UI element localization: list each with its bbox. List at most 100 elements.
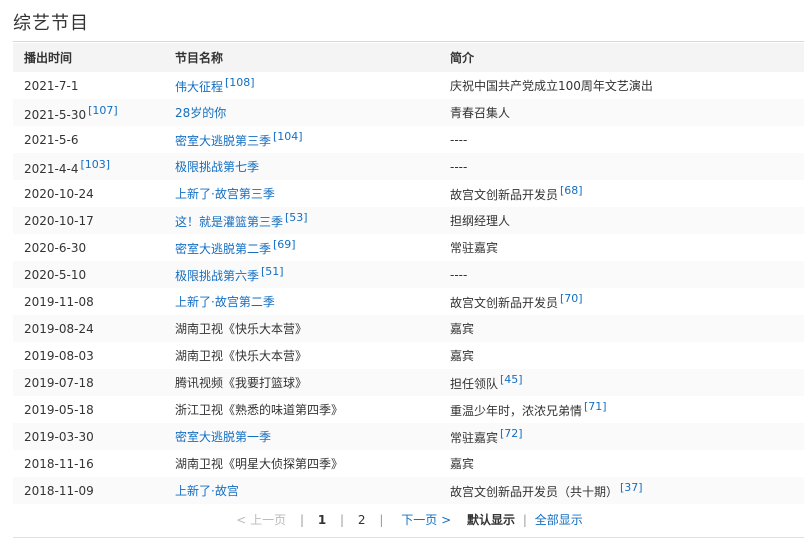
table-row: 2020-5-10 极限挑战第六季 [51] ---- bbox=[13, 261, 804, 288]
table-row: 2019-08-24 湖南卫视《快乐大本营》 嘉宾 bbox=[13, 315, 804, 342]
cell-air-date: 2019-08-03 bbox=[13, 342, 175, 369]
citation-link[interactable]: [72] bbox=[500, 427, 523, 440]
show-name-link[interactable]: 密室大逃脱第二季 bbox=[175, 242, 271, 256]
show-name-link[interactable]: 上新了·故宫 bbox=[175, 484, 239, 498]
intro-text: 青春召集人 bbox=[450, 106, 511, 120]
citation-link[interactable]: [108] bbox=[225, 76, 255, 89]
cell-intro: 重温少年时，浓浓兄弟情 [71] bbox=[450, 396, 804, 423]
cell-intro: ---- bbox=[450, 261, 804, 288]
cell-air-date: 2020-5-10 bbox=[13, 261, 175, 288]
show-name-link[interactable]: 28岁的你 bbox=[175, 106, 226, 120]
table-row: 2020-6-30 密室大逃脱第二季 [69] 常驻嘉宾 bbox=[13, 234, 804, 261]
show-name-link[interactable]: 极限挑战第六季 bbox=[175, 269, 259, 283]
table-row: 2021-5-30 [107] 28岁的你 青春召集人 bbox=[13, 99, 804, 126]
intro-text: 嘉宾 bbox=[450, 349, 475, 363]
cell-air-date: 2021-7-1 bbox=[13, 72, 175, 99]
air-date-text: 2019-08-24 bbox=[24, 321, 94, 336]
cell-intro: 青春召集人 bbox=[450, 99, 804, 126]
cell-show-name: 湖南卫视《快乐大本营》 bbox=[175, 315, 450, 342]
intro-text: ---- bbox=[450, 159, 468, 174]
cell-show-name: 上新了·故宫第三季 bbox=[175, 180, 450, 207]
cell-show-name: 腾讯视频《我要打篮球》 bbox=[175, 369, 450, 396]
intro-text: 故宫文创新品开发员 bbox=[450, 296, 559, 310]
prev-page-button: < 上一页 bbox=[236, 513, 287, 527]
show-name-link[interactable]: 伟大征程 bbox=[175, 80, 223, 94]
cell-show-name: 浙江卫视《熟悉的味道第四季》 bbox=[175, 396, 450, 423]
table-row: 2019-08-03 湖南卫视《快乐大本营》 嘉宾 bbox=[13, 342, 804, 369]
show-name-link[interactable]: 上新了·故宫第三季 bbox=[175, 187, 275, 201]
cell-intro: 庆祝中国共产党成立100周年文艺演出 bbox=[450, 72, 804, 99]
citation-link[interactable]: [103] bbox=[80, 158, 110, 171]
cell-show-name: 上新了·故宫 bbox=[175, 477, 450, 504]
cell-intro: 常驻嘉宾 [72] bbox=[450, 423, 804, 450]
citation-link[interactable]: [104] bbox=[273, 130, 303, 143]
cell-air-date: 2020-10-24 bbox=[13, 180, 175, 207]
air-date-text: 2020-10-17 bbox=[24, 213, 94, 228]
cell-show-name: 28岁的你 bbox=[175, 99, 450, 126]
view-mode-separator: | bbox=[522, 513, 527, 527]
intro-text: ---- bbox=[450, 267, 468, 282]
air-date-text: 2019-11-08 bbox=[24, 294, 94, 309]
cell-intro: 嘉宾 bbox=[450, 342, 804, 369]
show-name-link[interactable]: 密室大逃脱第一季 bbox=[175, 430, 271, 444]
intro-text: 担纲经理人 bbox=[450, 214, 511, 228]
show-name-link[interactable]: 上新了·故宫第二季 bbox=[175, 295, 275, 309]
citation-link[interactable]: [45] bbox=[500, 373, 523, 386]
cell-intro: 嘉宾 bbox=[450, 450, 804, 477]
citation-link[interactable]: [71] bbox=[584, 400, 607, 413]
intro-text: 嘉宾 bbox=[450, 457, 475, 471]
intro-text: 重温少年时，浓浓兄弟情 bbox=[450, 404, 583, 418]
air-date-text: 2021-5-6 bbox=[24, 132, 79, 147]
citation-link[interactable]: [51] bbox=[261, 265, 284, 278]
cell-intro: 担任领队 [45] bbox=[450, 369, 804, 396]
air-date-text: 2019-08-03 bbox=[24, 348, 94, 363]
citation-link[interactable]: [68] bbox=[560, 184, 583, 197]
cell-air-date: 2021-5-30 [107] bbox=[13, 99, 175, 126]
show-name-link[interactable]: 这！就是灌篮第三季 bbox=[175, 215, 283, 229]
show-name-link[interactable]: 密室大逃脱第三季 bbox=[175, 134, 271, 148]
show-name-link[interactable]: 极限挑战第七季 bbox=[175, 160, 259, 174]
table-row: 2021-5-6 密室大逃脱第三季 [104] ---- bbox=[13, 126, 804, 153]
air-date-text: 2020-5-10 bbox=[24, 267, 87, 282]
cell-show-name: 湖南卫视《明星大侦探第四季》 bbox=[175, 450, 450, 477]
air-date-text: 2020-10-24 bbox=[24, 186, 94, 201]
intro-text: 嘉宾 bbox=[450, 322, 475, 336]
show-all-link[interactable]: 全部显示 bbox=[535, 511, 583, 528]
table-row: 2018-11-16 湖南卫视《明星大侦探第四季》 嘉宾 bbox=[13, 450, 804, 477]
intro-text: 担任领队 bbox=[450, 377, 499, 391]
page-2-link[interactable]: 2 bbox=[358, 513, 366, 527]
table-row: 2019-07-18 腾讯视频《我要打篮球》 担任领队 [45] bbox=[13, 369, 804, 396]
table-row: 2018-11-09 上新了·故宫 故宫文创新品开发员（共十期） [37] bbox=[13, 477, 804, 504]
show-name-text: 湖南卫视《明星大侦探第四季》 bbox=[175, 457, 344, 471]
intro-text: 庆祝中国共产党成立100周年文艺演出 bbox=[450, 79, 653, 93]
header-air-date: 播出时间 bbox=[13, 43, 175, 72]
cell-air-date: 2018-11-09 bbox=[13, 477, 175, 504]
intro-text: 故宫文创新品开发员 bbox=[450, 188, 559, 202]
intro-text: 常驻嘉宾 bbox=[450, 241, 499, 255]
air-date-text: 2021-5-30 bbox=[24, 107, 87, 122]
cell-intro: ---- bbox=[450, 153, 804, 180]
cell-air-date: 2019-11-08 bbox=[13, 288, 175, 315]
pagination: < 上一页 | 1 | 2 | 下一页 > 默认显示 | 全部显示 bbox=[0, 511, 804, 528]
table-row: 2021-4-4 [103] 极限挑战第七季 ---- bbox=[13, 153, 804, 180]
air-date-text: 2021-7-1 bbox=[24, 78, 79, 93]
cell-show-name: 这！就是灌篮第三季 [53] bbox=[175, 207, 450, 234]
citation-link[interactable]: [53] bbox=[285, 211, 308, 224]
citation-link[interactable]: [37] bbox=[620, 481, 643, 494]
citation-link[interactable]: [107] bbox=[88, 104, 118, 117]
pager-separator: | bbox=[379, 513, 384, 527]
cell-intro: 故宫文创新品开发员（共十期） [37] bbox=[450, 477, 804, 504]
air-date-text: 2019-07-18 bbox=[24, 375, 94, 390]
next-page-link[interactable]: 下一页 > bbox=[401, 511, 451, 528]
citation-link[interactable]: [69] bbox=[273, 238, 296, 251]
cell-intro: 常驻嘉宾 bbox=[450, 234, 804, 261]
cell-air-date: 2021-4-4 [103] bbox=[13, 153, 175, 180]
cell-show-name: 密室大逃脱第二季 [69] bbox=[175, 234, 450, 261]
air-date-text: 2020-6-30 bbox=[24, 240, 87, 255]
air-date-text: 2019-03-30 bbox=[24, 429, 94, 444]
citation-link[interactable]: [70] bbox=[560, 292, 583, 305]
cell-intro: ---- bbox=[450, 126, 804, 153]
cell-intro: 嘉宾 bbox=[450, 315, 804, 342]
cell-show-name: 极限挑战第七季 bbox=[175, 153, 450, 180]
cell-air-date: 2020-10-17 bbox=[13, 207, 175, 234]
